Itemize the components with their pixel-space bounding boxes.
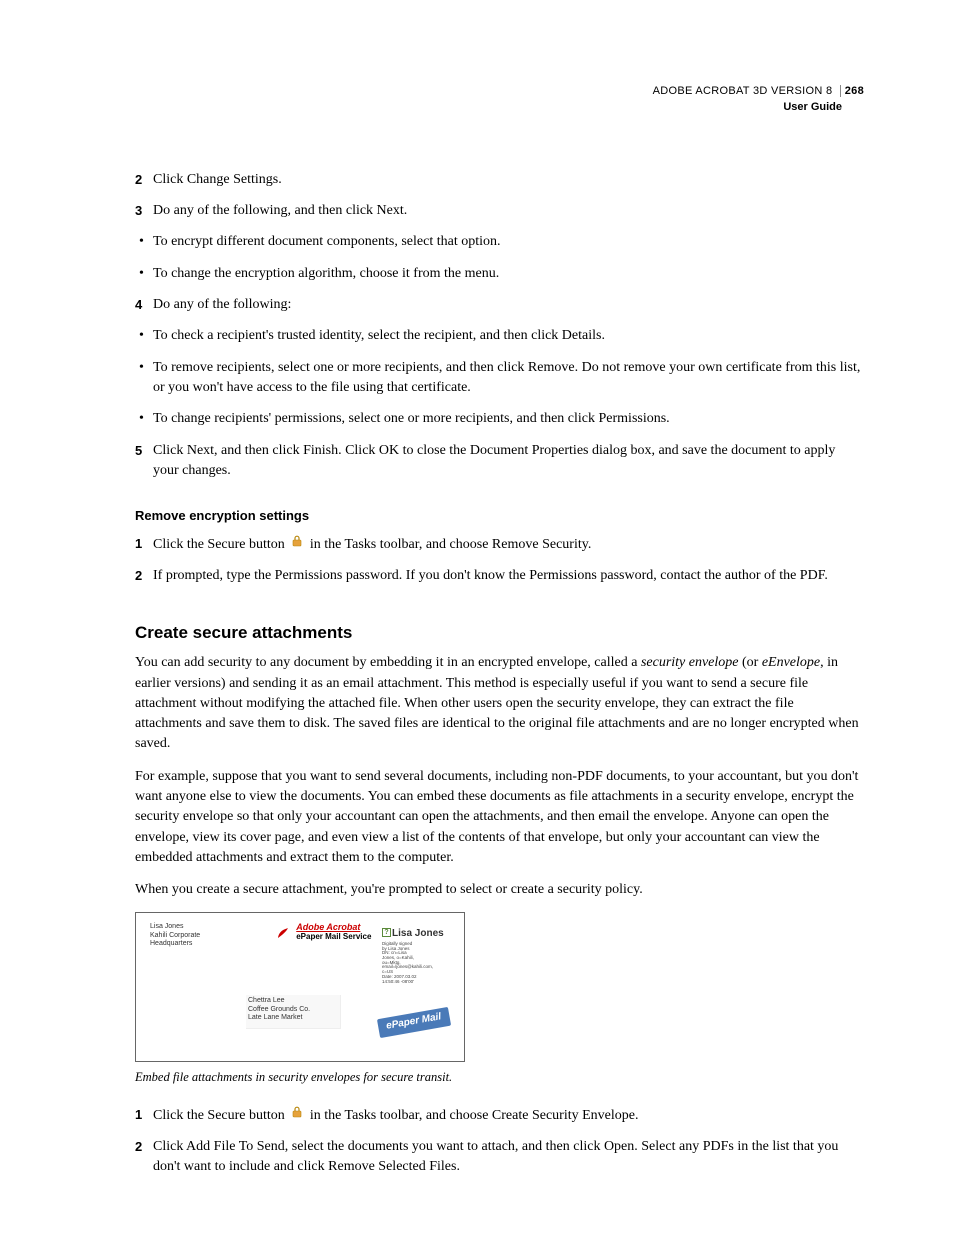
step-text: Click the Secure button in the Tasks too… xyxy=(153,1105,864,1126)
term-eenvelope: eEnvelope xyxy=(762,655,820,670)
step-number: 5 xyxy=(135,441,153,482)
step-number: 4 xyxy=(135,295,153,315)
bullet-text: To encrypt different document components… xyxy=(153,232,864,252)
step-text: Do any of the following: xyxy=(153,295,864,315)
bullet-marker: • xyxy=(139,409,153,429)
bullet-text: To check a recipient's trusted identity,… xyxy=(153,326,864,346)
step-text: Click Change Settings. xyxy=(153,170,864,190)
step-3: 3 Do any of the following, and then clic… xyxy=(135,201,864,221)
step-text: Do any of the following, and then click … xyxy=(153,201,864,221)
bullet-marker: • xyxy=(139,326,153,346)
bullet-marker: • xyxy=(139,358,153,399)
page-number: 268 xyxy=(840,85,864,97)
subheading-remove-encryption: Remove encryption settings xyxy=(135,507,864,526)
bullet-item: • To encrypt different document componen… xyxy=(135,232,864,252)
step-number: 3 xyxy=(135,201,153,221)
step-number: 1 xyxy=(135,1105,153,1126)
attach-step-1: 1 Click the Secure button in the Tasks t… xyxy=(135,1105,864,1126)
document-page: ADOBE ACROBAT 3D VERSION 8 268 User Guid… xyxy=(0,0,954,1249)
paragraph: For example, suppose that you want to se… xyxy=(135,767,864,868)
guide-label: User Guide xyxy=(135,100,864,116)
step-text: Click the Secure button in the Tasks too… xyxy=(153,534,864,555)
bullet-item: • To change recipients' permissions, sel… xyxy=(135,409,864,429)
acrobat-logo-icon xyxy=(276,926,290,940)
lock-icon xyxy=(290,1105,304,1126)
attach-step-2: 2 Click Add File To Send, select the doc… xyxy=(135,1137,864,1178)
step-4: 4 Do any of the following: xyxy=(135,295,864,315)
product-name: ADOBE ACROBAT 3D VERSION 8 xyxy=(653,85,833,97)
page-content: 2 Click Change Settings. 3 Do any of the… xyxy=(135,170,864,1178)
bullet-marker: • xyxy=(139,264,153,284)
figure-caption: Embed file attachments in security envel… xyxy=(135,1068,864,1086)
page-header: ADOBE ACROBAT 3D VERSION 8 268 User Guid… xyxy=(135,84,864,116)
bullet-text: To change recipients' permissions, selec… xyxy=(153,409,864,429)
signature-badge-icon: ? xyxy=(382,928,391,937)
figure-digital-signature: ?Lisa Jones Digitally signed by Lisa Jon… xyxy=(382,921,454,984)
step-text: If prompted, type the Permissions passwo… xyxy=(153,566,864,586)
step-text: Click Next, and then click Finish. Click… xyxy=(153,441,864,482)
bullet-item: • To change the encryption algorithm, ch… xyxy=(135,264,864,284)
remove-step-2: 2 If prompted, type the Permissions pass… xyxy=(135,566,864,586)
step-2: 2 Click Change Settings. xyxy=(135,170,864,190)
bullet-item: • To remove recipients, select one or mo… xyxy=(135,358,864,399)
step-number: 2 xyxy=(135,170,153,190)
step-number: 2 xyxy=(135,1137,153,1178)
figure-recipient-address: Chettra Lee Coffee Grounds Co. Late Lane… xyxy=(246,995,341,1028)
heading-create-secure-attachments: Create secure attachments xyxy=(135,621,864,646)
paragraph: You can add security to any document by … xyxy=(135,653,864,754)
step-text: Click Add File To Send, select the docum… xyxy=(153,1137,864,1178)
step-5: 5 Click Next, and then click Finish. Cli… xyxy=(135,441,864,482)
bullet-text: To remove recipients, select one or more… xyxy=(153,358,864,399)
bullet-item: • To check a recipient's trusted identit… xyxy=(135,326,864,346)
step-number: 2 xyxy=(135,566,153,586)
figure-epaper-stamp: ePaper Mail xyxy=(377,1007,451,1038)
remove-step-1: 1 Click the Secure button in the Tasks t… xyxy=(135,534,864,555)
bullet-marker: • xyxy=(139,232,153,252)
paragraph: When you create a secure attachment, you… xyxy=(135,880,864,900)
figure-brand: Adobe Acrobat ePaper Mail Service xyxy=(276,923,371,942)
term-security-envelope: security envelope xyxy=(641,655,739,670)
step-number: 1 xyxy=(135,534,153,555)
lock-icon xyxy=(290,534,304,555)
figure-sender-address: Lisa Jones Kahili Corporate Headquarters xyxy=(150,923,200,947)
bullet-text: To change the encryption algorithm, choo… xyxy=(153,264,864,284)
figure-security-envelope: Lisa Jones Kahili Corporate Headquarters… xyxy=(135,912,465,1062)
